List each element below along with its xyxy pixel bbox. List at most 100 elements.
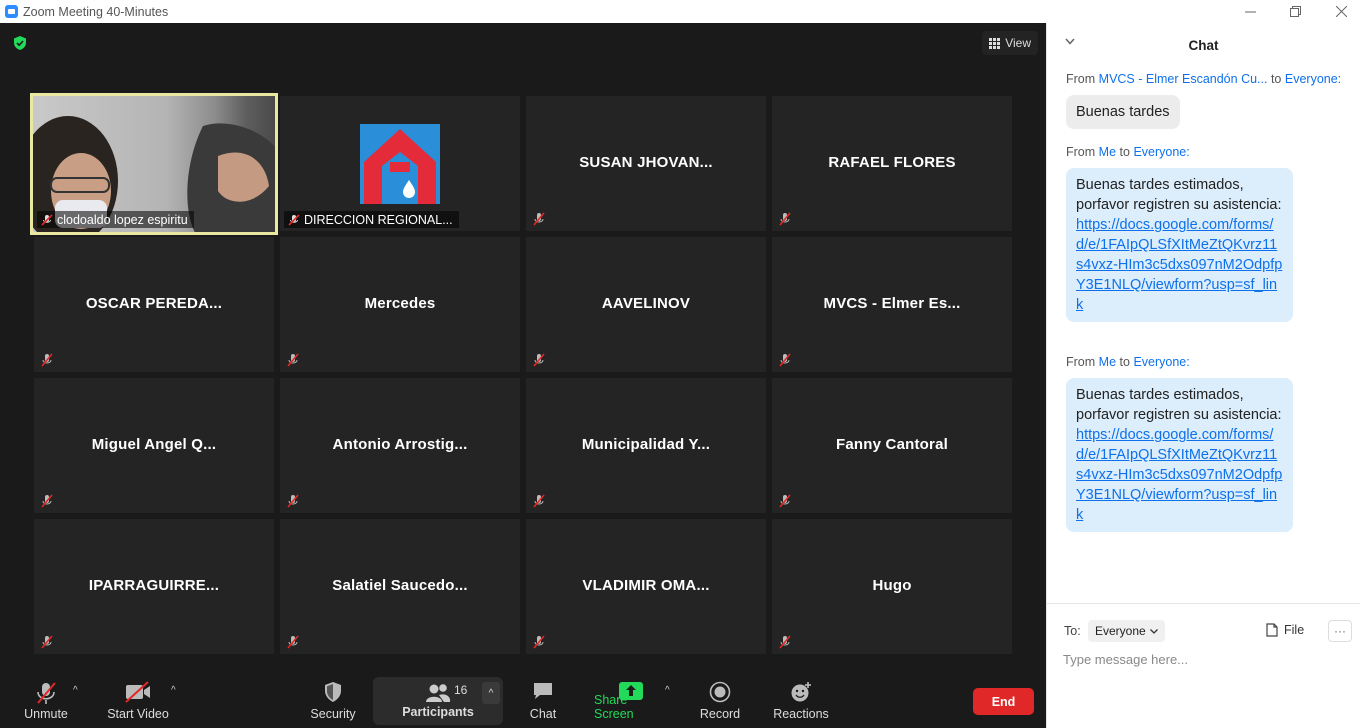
video-tile[interactable]: RAFAEL FLORES xyxy=(772,96,1012,231)
muted-mic-icon xyxy=(533,353,545,367)
message-sender-line: From Me to Everyone: xyxy=(1066,145,1190,159)
muted-mic-icon xyxy=(41,635,53,649)
video-tile[interactable]: Miguel Angel Q... xyxy=(34,378,274,513)
video-tile[interactable]: Fanny Cantoral xyxy=(772,378,1012,513)
file-icon xyxy=(1266,623,1278,637)
muted-mic-icon xyxy=(779,635,791,649)
to-prefix: to xyxy=(1119,355,1130,369)
video-off-icon xyxy=(125,681,150,703)
participant-name: clodoaldo lopez espiritu xyxy=(57,212,188,227)
participant-label: clodoaldo lopez espiritu xyxy=(37,211,194,228)
participant-name: Salatiel Saucedo... xyxy=(332,577,468,594)
video-tile[interactable]: AAVELINOV xyxy=(526,237,766,372)
message-text: Buenas tardes estimados, porfavor regist… xyxy=(1076,387,1282,423)
video-tile[interactable]: Hugo xyxy=(772,519,1012,654)
start-video-label: Start Video xyxy=(107,707,169,721)
minimize-button[interactable] xyxy=(1227,0,1273,23)
muted-microphone-icon xyxy=(37,682,56,704)
participant-name: Miguel Angel Q... xyxy=(91,436,217,453)
close-button[interactable] xyxy=(1318,0,1360,23)
end-meeting-button[interactable]: End xyxy=(973,688,1034,715)
chat-composer: To: Everyone File ··· xyxy=(1047,603,1360,728)
chat-panel: Chat From MVCS - Elmer Escandón Cu... to… xyxy=(1046,23,1360,728)
window-title: Zoom Meeting 40-Minutes xyxy=(23,4,169,19)
participant-name: Hugo xyxy=(872,577,912,594)
video-tile[interactable]: OSCAR PEREDA... xyxy=(34,237,274,372)
chat-button[interactable]: Chat xyxy=(522,673,564,728)
reactions-button[interactable]: Reactions xyxy=(772,673,830,728)
meeting-area: View clodoaldo lopez espiritu DIRECCION … xyxy=(0,23,1046,728)
muted-mic-icon xyxy=(41,353,53,367)
message-link[interactable]: https://docs.google.com/forms/d/e/1FAIpQ… xyxy=(1076,215,1283,315)
video-tile[interactable]: VLADIMIR OMA... xyxy=(526,519,766,654)
chat-title: Chat xyxy=(1188,37,1219,53)
share-screen-button[interactable]: Share Screen xyxy=(594,673,668,728)
encryption-shield-icon[interactable] xyxy=(12,35,28,51)
message-input[interactable] xyxy=(1063,648,1343,670)
to-prefix: to xyxy=(1270,72,1282,86)
security-label: Security xyxy=(310,707,356,721)
participants-icon xyxy=(426,684,451,702)
file-label: File xyxy=(1284,623,1305,637)
start-video-button[interactable]: Start Video xyxy=(103,673,173,728)
muted-mic-icon xyxy=(41,213,53,226)
record-button[interactable]: Record xyxy=(697,673,743,728)
muted-mic-icon xyxy=(287,353,299,367)
audio-options-caret[interactable]: ^ xyxy=(73,685,78,696)
record-label: Record xyxy=(699,707,741,721)
video-tile[interactable]: MVCS - Elmer Es... xyxy=(772,237,1012,372)
message-sender-line: From Me to Everyone: xyxy=(1066,355,1190,369)
video-tile[interactable]: IPARRAGUIRRE... xyxy=(34,519,274,654)
from-prefix: From xyxy=(1066,72,1096,86)
unmute-label: Unmute xyxy=(24,707,68,721)
chat-message-bubble: Buenas tardes xyxy=(1066,95,1180,129)
participants-options-caret[interactable]: ^ xyxy=(482,682,500,704)
muted-mic-icon xyxy=(287,635,299,649)
participant-name: VLADIMIR OMA... xyxy=(582,577,710,594)
video-tile[interactable]: DIRECCION REGIONAL... xyxy=(280,96,520,231)
video-tile[interactable]: clodoaldo lopez espiritu xyxy=(30,93,278,235)
participant-label: DIRECCION REGIONAL... xyxy=(284,211,459,228)
participants-count: 16 xyxy=(454,683,468,697)
file-button[interactable]: File xyxy=(1266,623,1304,637)
chevron-down-icon[interactable] xyxy=(1065,38,1075,45)
restore-icon xyxy=(1289,6,1301,17)
meeting-toolbar: Unmute ^ Start Video ^ Security 16 Parti… xyxy=(0,673,1046,728)
sender-name[interactable]: MVCS - Elmer Escandón Cu... xyxy=(1099,72,1268,86)
video-tile[interactable]: Salatiel Saucedo... xyxy=(280,519,520,654)
video-tile[interactable]: Mercedes xyxy=(280,237,520,372)
message-text: Buenas tardes estimados, porfavor regist… xyxy=(1076,177,1282,213)
video-tile[interactable]: SUSAN JHOVAN... xyxy=(526,96,766,231)
security-button[interactable]: Security xyxy=(306,673,360,728)
share-screen-icon xyxy=(619,682,643,700)
sender-name[interactable]: Me xyxy=(1099,145,1116,159)
to-label: To: xyxy=(1064,624,1081,638)
chat-header: Chat xyxy=(1047,23,1360,67)
muted-mic-icon xyxy=(288,213,300,226)
recipient-name[interactable]: Everyone: xyxy=(1285,72,1341,86)
recipient-name[interactable]: Everyone: xyxy=(1133,145,1189,159)
participant-name: Fanny Cantoral xyxy=(836,436,948,453)
video-tile[interactable]: Antonio Arrostig... xyxy=(280,378,520,513)
view-button[interactable]: View xyxy=(982,31,1038,55)
video-options-caret[interactable]: ^ xyxy=(171,685,176,696)
participant-name: Mercedes xyxy=(364,295,436,312)
message-link[interactable]: https://docs.google.com/forms/d/e/1FAIpQ… xyxy=(1076,425,1283,525)
restore-button[interactable] xyxy=(1272,0,1318,23)
reactions-label: Reactions xyxy=(773,707,829,721)
sender-name[interactable]: Me xyxy=(1099,355,1116,369)
recipient-dropdown[interactable]: Everyone xyxy=(1088,620,1165,642)
unmute-button[interactable]: Unmute xyxy=(14,673,78,728)
share-options-caret[interactable]: ^ xyxy=(665,685,670,696)
recipient-name[interactable]: Everyone: xyxy=(1133,355,1189,369)
participant-name: OSCAR PEREDA... xyxy=(85,295,223,312)
chevron-down-icon xyxy=(1149,628,1158,634)
more-options-button[interactable]: ··· xyxy=(1328,620,1352,642)
participant-name: Antonio Arrostig... xyxy=(332,436,468,453)
muted-mic-icon xyxy=(533,212,545,226)
emoji-reaction-icon xyxy=(791,682,811,702)
video-tile[interactable]: Municipalidad Y... xyxy=(526,378,766,513)
to-prefix: to xyxy=(1119,145,1130,159)
close-icon xyxy=(1335,6,1347,17)
muted-mic-icon xyxy=(779,212,791,226)
